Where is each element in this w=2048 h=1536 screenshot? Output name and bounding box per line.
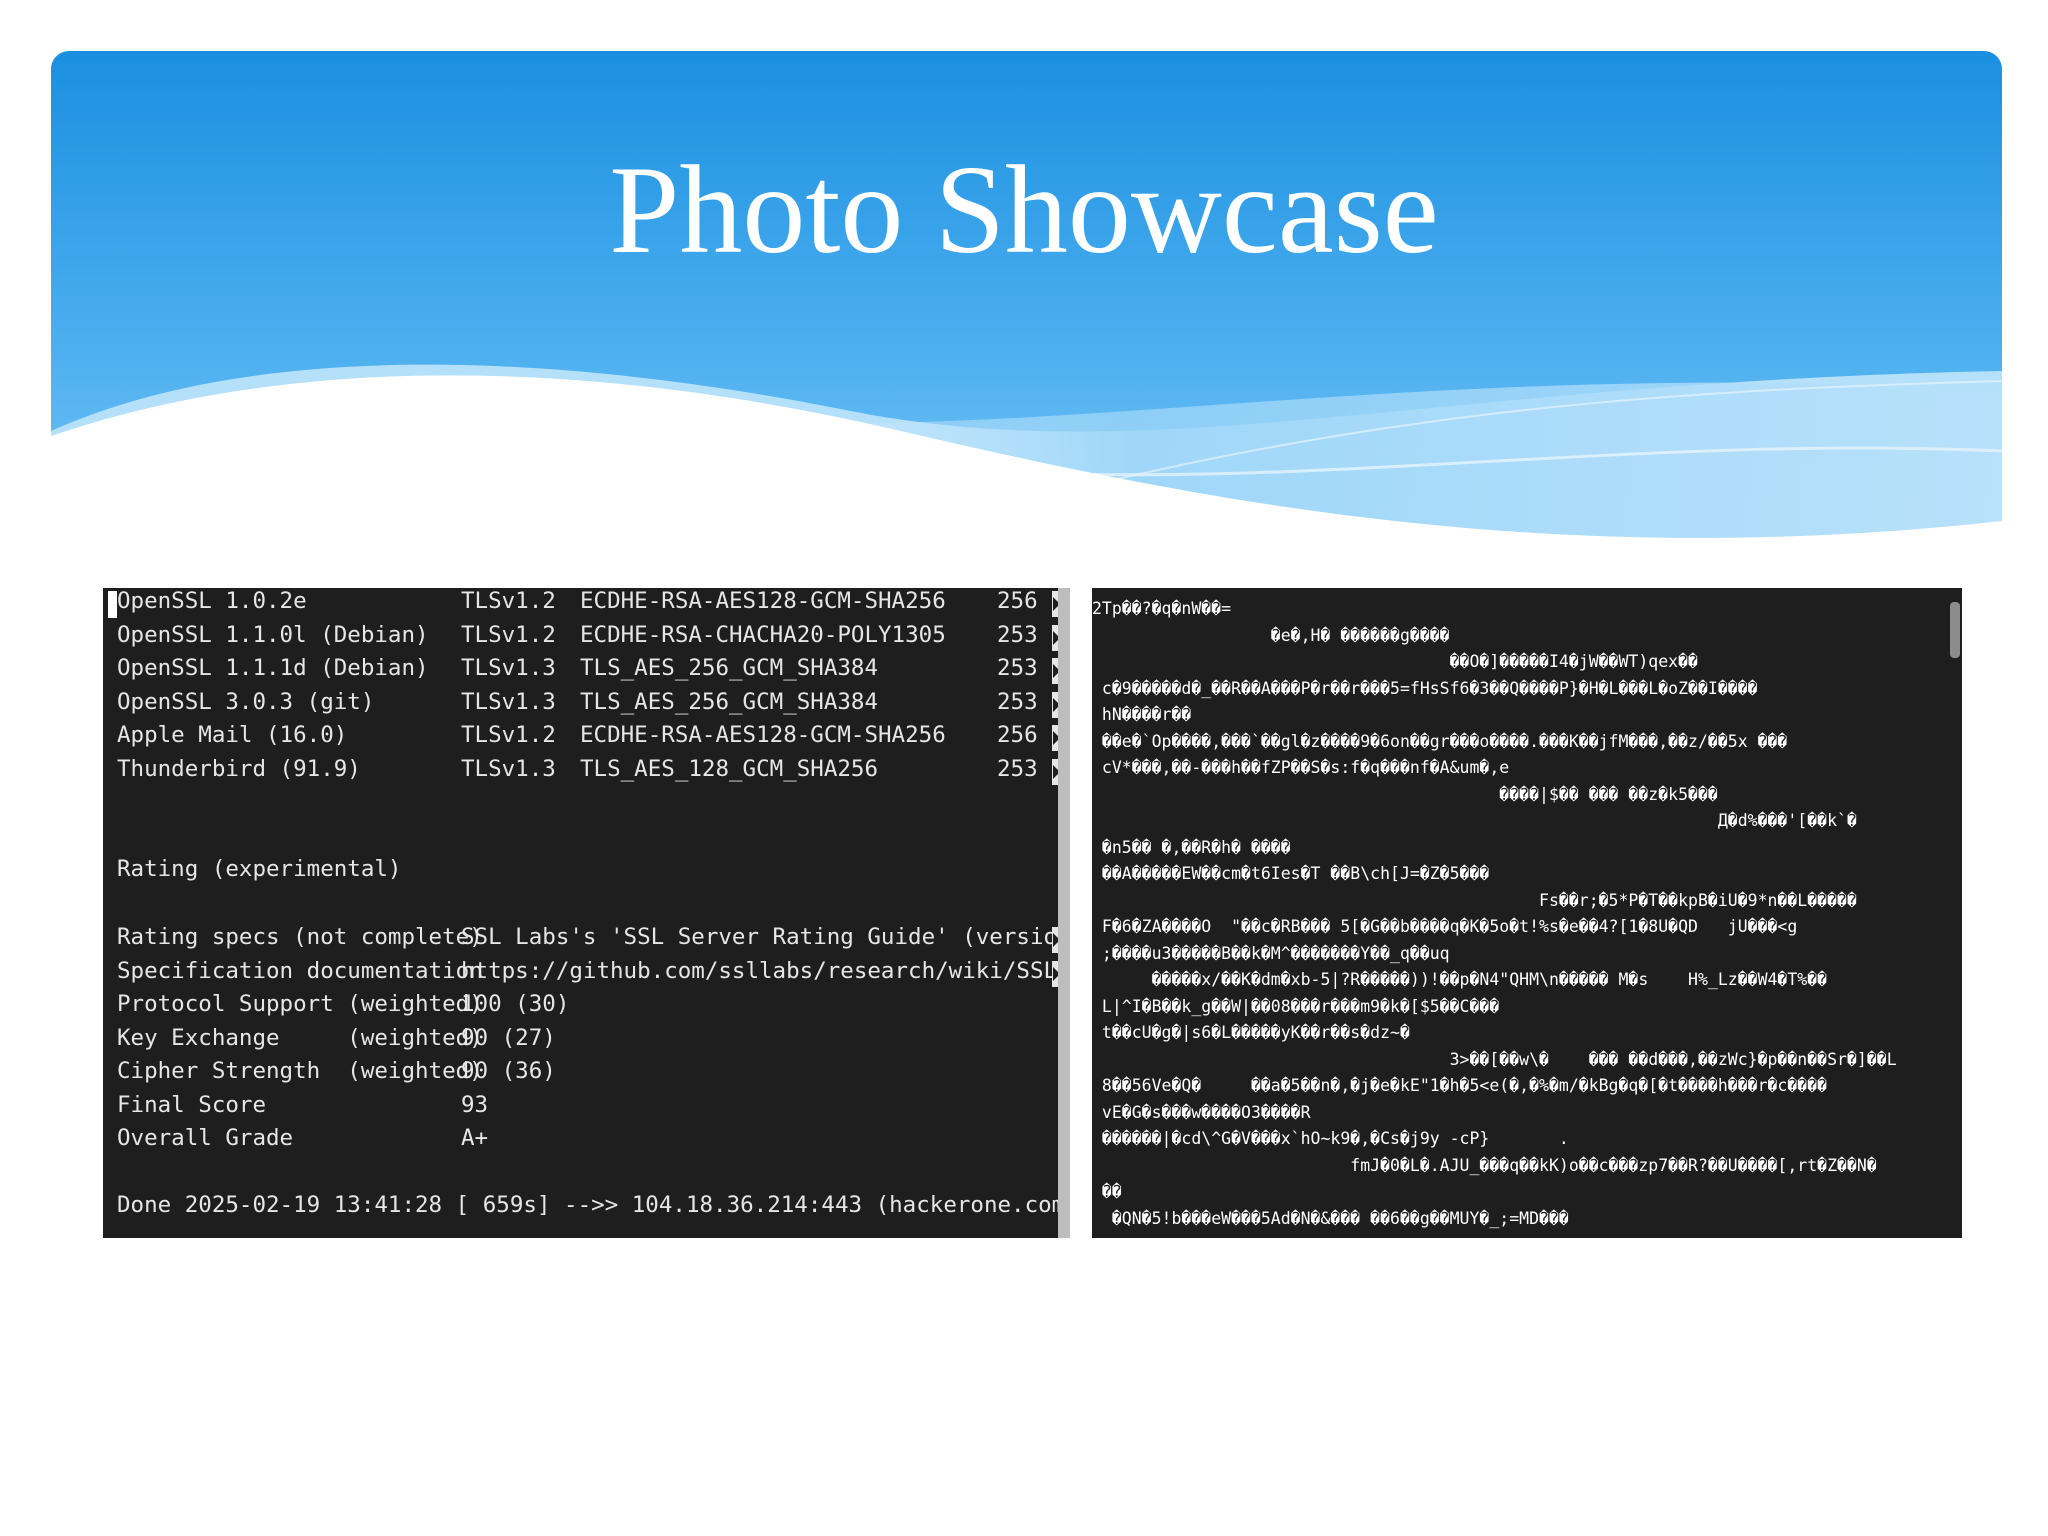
client-protocol: TLSv1.2 (461, 722, 556, 748)
cursor-block (108, 591, 117, 618)
banner-background (51, 51, 2002, 571)
garbled-output: 2Tp��?�q�nW��= �e�,H� ������g���� ��O�]�… (1092, 599, 1897, 1228)
rating-value: 90 (36) (461, 1058, 556, 1084)
client-cipher: ECDHE-RSA-AES128-GCM-SHA256 (580, 722, 946, 748)
client-cipher: ECDHE-RSA-CHACHA20-POLY1305 (580, 621, 946, 648)
client-cipher: ECDHE-RSA-AES128-GCM-SHA256 (580, 588, 946, 614)
rating-label: Overall Grade (117, 1125, 294, 1151)
slide: Photo Showcase OpenSSL 1.0.2e TLSv1.2 ECDH… (0, 0, 2048, 1536)
client-protocol: TLSv1.3 (461, 755, 556, 782)
client-client: Apple Mail (16.0) (117, 722, 348, 748)
rating-value: 90 (27) (461, 1024, 556, 1051)
rating-label: Cipher Strength (weighted) (117, 1058, 483, 1084)
rating-value: SSL Labs's 'SSL Server Rating Guide' (ve… (461, 924, 1070, 950)
client-protocol: TLSv1.3 (461, 688, 556, 715)
terminal-scrollbar-thumb (1950, 602, 1960, 658)
client-protocol: TLSv1.2 (461, 588, 556, 614)
client-protocol: TLSv1.3 (461, 655, 556, 681)
client-client: OpenSSL 1.0.2e (117, 588, 307, 614)
client-cipher: TLS_AES_256_GCM_SHA384 (580, 655, 879, 681)
header-banner (51, 51, 2002, 571)
client-cipher: TLS_AES_128_GCM_SHA256 (580, 755, 879, 782)
rating-label: Protocol Support (weighted) (117, 991, 483, 1017)
rating-label: Key Exchange (weighted) (117, 1024, 483, 1051)
client-client: OpenSSL 3.0.3 (git) (117, 688, 375, 715)
rating-value: https://github.com/ssllabs/research/wiki… (461, 957, 1070, 984)
client-client: Thunderbird (91.9) (117, 755, 361, 782)
terminal-scrollbar (1058, 588, 1070, 1238)
rating-label: Rating specs (not complete) (117, 924, 483, 950)
client-client: OpenSSL 1.1.1d (Debian) (117, 655, 429, 681)
client-cipher: TLS_AES_256_GCM_SHA384 (580, 688, 879, 715)
rating-value: 100 (30) (461, 991, 570, 1017)
rating-label: Specification documentation (117, 957, 483, 984)
rating-label: Final Score (117, 1091, 267, 1118)
slide-title: Photo Showcase (609, 141, 1439, 280)
client-client: OpenSSL 1.1.0l (Debian) (117, 621, 429, 648)
rating-value: A+ (461, 1125, 489, 1151)
client-protocol: TLSv1.2 (461, 621, 556, 648)
terminal-screenshot-left: OpenSSL 1.0.2e TLSv1.2 ECDHE-RSA-AES128-GC… (103, 588, 1070, 1238)
rating-value: 93 (461, 1091, 489, 1118)
terminal-screenshot-right: 2Tp��?�q�nW��= �e�,H� ������g���� ��O�]�… (1092, 588, 1962, 1238)
